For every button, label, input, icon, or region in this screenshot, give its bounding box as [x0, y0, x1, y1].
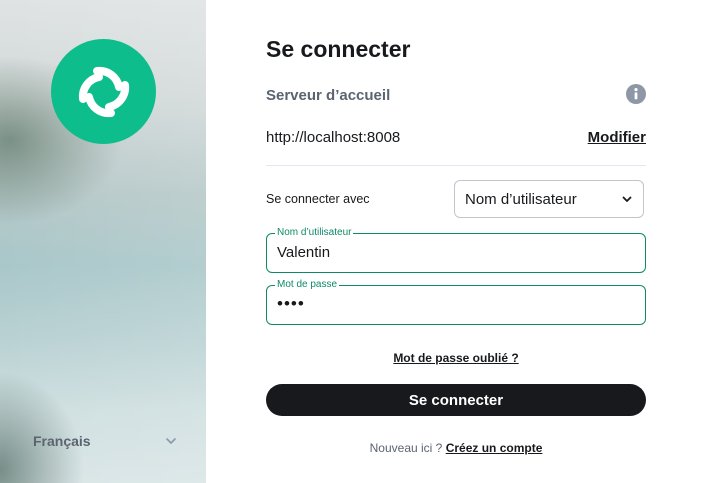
login-method-select[interactable]: Nom d’utilisateur [454, 180, 644, 218]
chevron-down-icon [622, 196, 632, 202]
language-selector[interactable]: Français [33, 430, 177, 452]
username-field[interactable]: Nom d’utilisateur Valentin [266, 227, 646, 273]
homeserver-label: Serveur d’accueil [266, 87, 391, 104]
forgot-password-link[interactable]: Mot de passe oublié ? [266, 351, 646, 365]
page-title: Se connecter [266, 36, 411, 62]
login-method-value: Nom d’utilisateur [465, 190, 577, 208]
create-account-link[interactable]: Créez un compte [446, 441, 543, 455]
new-here-text: Nouveau ici ? [369, 441, 443, 455]
sign-in-button[interactable]: Se connecter [266, 384, 646, 416]
language-label: Français [33, 433, 91, 449]
login-method-label: Se connecter avec [266, 192, 370, 206]
username-field-label: Nom d’utilisateur [275, 227, 354, 239]
modify-server-link[interactable]: Modifier [588, 129, 646, 146]
homeserver-url: http://localhost:8008 [266, 129, 401, 146]
background-panel: Français [0, 0, 206, 483]
username-value: Valentin [277, 244, 331, 261]
signup-row: Nouveau ici ? Créez un compte [266, 441, 646, 455]
info-icon[interactable] [626, 84, 646, 104]
password-field[interactable]: Mot de passe •••• [266, 279, 646, 325]
divider [266, 165, 646, 166]
element-logo-icon [51, 39, 156, 144]
chevron-down-icon [166, 438, 176, 444]
password-field-label: Mot de passe [275, 279, 340, 291]
password-value: •••• [277, 294, 305, 313]
